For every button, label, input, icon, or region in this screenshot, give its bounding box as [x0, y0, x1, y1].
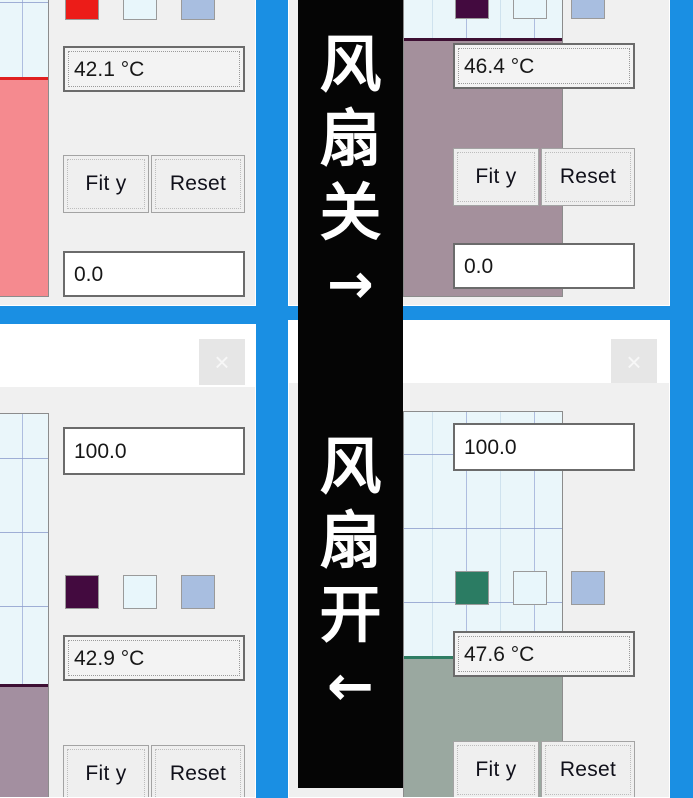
button-row-bottom-left: Fit y Reset [63, 745, 245, 797]
button-row-top-right: Fit y Reset [453, 148, 635, 206]
temperature-readout-top-right[interactable]: 46.4 °C [453, 43, 635, 89]
color-swatch-row-bottom-left [65, 575, 239, 609]
annotation-banner: 风 扇 关 → 风 扇 开 ← [298, 0, 403, 788]
temperature-plot-top-left[interactable] [0, 0, 49, 297]
grid-color-swatch[interactable] [181, 0, 215, 20]
fill-color-swatch[interactable] [513, 0, 547, 19]
fit-y-button[interactable]: Fit y [453, 148, 539, 206]
annotation-char: 开 [319, 578, 382, 651]
close-icon[interactable]: × [199, 339, 245, 385]
plot-gridline [0, 606, 48, 607]
color-swatch-row-top-right [455, 0, 629, 19]
scale-input-bottom-right[interactable]: 100.0 [453, 423, 635, 471]
annotation-char: 关 [319, 176, 382, 249]
annotation-char: 扇 [319, 102, 382, 175]
plot-fill-area [0, 686, 48, 797]
reset-button[interactable]: Reset [151, 745, 245, 797]
arrow-right-icon: → [327, 252, 374, 317]
temperature-value: 42.1 °C [74, 57, 145, 81]
color-swatch-row-top-left [65, 0, 239, 20]
plot-gridline [0, 2, 48, 3]
control-panel-top-right: 46.4 °C Fit y Reset 0.0 [453, 0, 669, 305]
fill-color-swatch[interactable] [123, 0, 157, 20]
grid-color-swatch[interactable] [571, 571, 605, 605]
limit-value: 0.0 [74, 262, 104, 286]
scale-input-bottom-left[interactable]: 100.0 [63, 427, 245, 475]
plot-trace-line [0, 77, 48, 81]
reset-button[interactable]: Reset [541, 741, 635, 797]
plot-fill-area [0, 80, 48, 296]
button-row-top-left: Fit y Reset [63, 155, 245, 213]
reset-button[interactable]: Reset [151, 155, 245, 213]
temperature-readout-top-left[interactable]: 42.1 °C [63, 46, 245, 92]
temperature-plot-bottom-left[interactable] [0, 413, 49, 797]
fit-y-button[interactable]: Fit y [453, 741, 539, 797]
window-top-left: 42.1 °C Fit y Reset 0.0 [0, 0, 256, 306]
limit-input-top-right[interactable]: 0.0 [453, 243, 635, 289]
annotation-char: 扇 [319, 504, 382, 577]
control-panel-bottom-right: 100.0 47.6 °C Fit y Reset [453, 383, 669, 797]
temperature-readout-bottom-right[interactable]: 47.6 °C [453, 631, 635, 677]
limit-input-top-left[interactable]: 0.0 [63, 251, 245, 297]
fill-color-swatch[interactable] [513, 571, 547, 605]
plot-gridline [404, 528, 562, 529]
grid-color-swatch[interactable] [571, 0, 605, 19]
arrow-left-icon: ← [327, 654, 374, 719]
annotation-char: 风 [319, 28, 382, 101]
limit-value: 0.0 [464, 254, 494, 278]
button-row-bottom-right: Fit y Reset [453, 741, 635, 797]
fit-y-button[interactable]: Fit y [63, 155, 149, 213]
close-icon[interactable]: × [611, 339, 657, 385]
annotation-fan-on: 风 扇 开 ← [298, 430, 403, 722]
temperature-value: 46.4 °C [464, 54, 535, 78]
annotation-fan-off: 风 扇 关 → [298, 28, 403, 320]
plot-trace-line [404, 38, 562, 42]
series-color-swatch[interactable] [65, 575, 99, 609]
scale-value: 100.0 [74, 439, 127, 463]
annotation-char: 风 [319, 430, 382, 503]
control-panel-bottom-left: 100.0 42.9 °C Fit y Reset [55, 387, 255, 797]
fit-y-button[interactable]: Fit y [63, 745, 149, 797]
window-bottom-left: × 100.0 42.9 °C Fit y Reset [0, 324, 256, 798]
temperature-value: 42.9 °C [74, 646, 145, 670]
temperature-readout-bottom-left[interactable]: 42.9 °C [63, 635, 245, 681]
reset-button[interactable]: Reset [541, 148, 635, 206]
series-color-swatch[interactable] [65, 0, 99, 20]
series-color-swatch[interactable] [455, 571, 489, 605]
fill-color-swatch[interactable] [123, 575, 157, 609]
color-swatch-row-bottom-right [455, 571, 629, 605]
plot-gridline [0, 532, 48, 533]
temperature-value: 47.6 °C [464, 642, 535, 666]
plot-gridline [0, 458, 48, 459]
series-color-swatch[interactable] [455, 0, 489, 19]
plot-trace-line [0, 683, 48, 687]
grid-color-swatch[interactable] [181, 575, 215, 609]
scale-value: 100.0 [464, 435, 517, 459]
control-panel-top-left: 42.1 °C Fit y Reset 0.0 [55, 0, 255, 305]
